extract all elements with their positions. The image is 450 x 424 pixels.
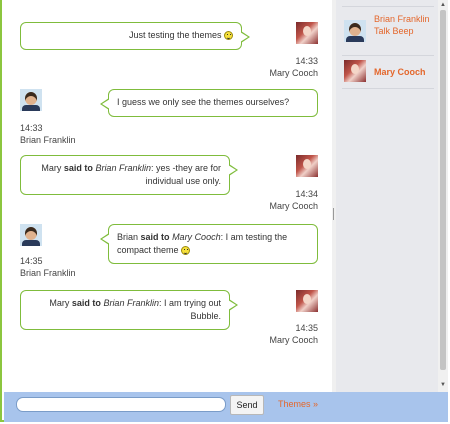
avatar — [344, 20, 366, 42]
avatar — [296, 290, 318, 312]
message-meta: 14:34 Mary Cooch — [234, 188, 318, 212]
message-sender: Mary Cooch — [269, 201, 318, 211]
smiley-icon — [181, 246, 191, 255]
user-item-brian-franklin[interactable]: Brian Franklin Talk Beep — [344, 13, 434, 53]
message-meta: 14:35 Mary Cooch — [234, 322, 318, 346]
user-name: Brian Franklin Talk Beep — [374, 14, 430, 36]
message-sender-short: Mary — [49, 298, 70, 308]
bubble-tail — [100, 98, 110, 110]
message-time: 14:33 — [20, 123, 43, 133]
message-time: 14:33 — [295, 56, 318, 66]
message-sender: Mary Cooch — [269, 335, 318, 345]
divider — [342, 6, 434, 7]
avatar — [296, 155, 318, 177]
message-time: 14:34 — [295, 189, 318, 199]
message-sender-short: Mary — [41, 163, 62, 173]
scrollbar-thumb[interactable] — [440, 10, 446, 370]
message-text: : I am trying out Bubble. — [158, 298, 221, 321]
message-bubble: Mary said to Brian Franklin: yes -they a… — [20, 155, 238, 195]
avatar — [20, 224, 42, 246]
message-bubble: Brian said to Mary Cooch: I am testing t… — [100, 224, 318, 264]
avatar — [296, 22, 318, 44]
user-name: Mary Cooch — [374, 67, 426, 77]
scroll-up-icon[interactable]: ▲ — [440, 1, 446, 9]
user-item-mary-cooch[interactable]: Mary Cooch — [344, 60, 434, 86]
smiley-icon — [224, 31, 233, 40]
message-time: 14:35 — [20, 256, 43, 266]
message-bubble: I guess we only see the themes ourselves… — [100, 89, 318, 117]
avatar — [344, 60, 366, 82]
message-list: Just testing the themes 14:33 Mary Cooch… — [4, 0, 332, 392]
scrollbar[interactable]: ▲ ▼ — [438, 0, 448, 392]
message-input[interactable] — [16, 397, 226, 412]
message-text: : yes -they are for individual use only. — [145, 163, 221, 186]
message-meta: 14:35 Brian Franklin — [20, 255, 110, 279]
message-bubble: Mary said to Brian Franklin: I am trying… — [20, 290, 238, 330]
said-to-label: said to — [63, 163, 93, 173]
message-text: Just testing the themes — [128, 30, 224, 40]
message-target: Brian Franklin — [103, 298, 159, 308]
said-to-label: said to — [71, 298, 101, 308]
resize-grip-icon[interactable] — [333, 208, 334, 220]
message-sender: Brian Franklin — [20, 268, 76, 278]
bubble-tail — [228, 299, 238, 311]
message-time: 14:35 — [295, 323, 318, 333]
scroll-down-icon[interactable]: ▼ — [440, 381, 446, 389]
divider — [342, 88, 434, 89]
message-sender-short: Brian — [117, 232, 139, 242]
bubble-tail — [100, 233, 110, 245]
message-target: Mary Cooch — [172, 232, 221, 242]
user-list: Brian Franklin Talk Beep Mary Cooch — [336, 0, 438, 392]
bubble-tail — [240, 31, 250, 43]
input-bar: Send Themes » — [4, 392, 448, 422]
message-bubble: Just testing the themes — [20, 22, 250, 50]
message-sender: Brian Franklin — [20, 135, 76, 145]
avatar — [20, 89, 42, 111]
message-text: I guess we only see the themes ourselves… — [117, 97, 290, 107]
bubble-tail — [228, 164, 238, 176]
message-meta: 14:33 Mary Cooch — [234, 55, 318, 79]
chat-window: Just testing the themes 14:33 Mary Cooch… — [0, 0, 448, 422]
themes-link[interactable]: Themes » — [278, 399, 318, 409]
send-button[interactable]: Send — [230, 395, 264, 415]
message-meta: 14:33 Brian Franklin — [20, 122, 110, 146]
message-target: Brian Franklin — [95, 163, 151, 173]
said-to-label: said to — [140, 232, 170, 242]
divider — [342, 55, 434, 56]
message-sender: Mary Cooch — [269, 68, 318, 78]
